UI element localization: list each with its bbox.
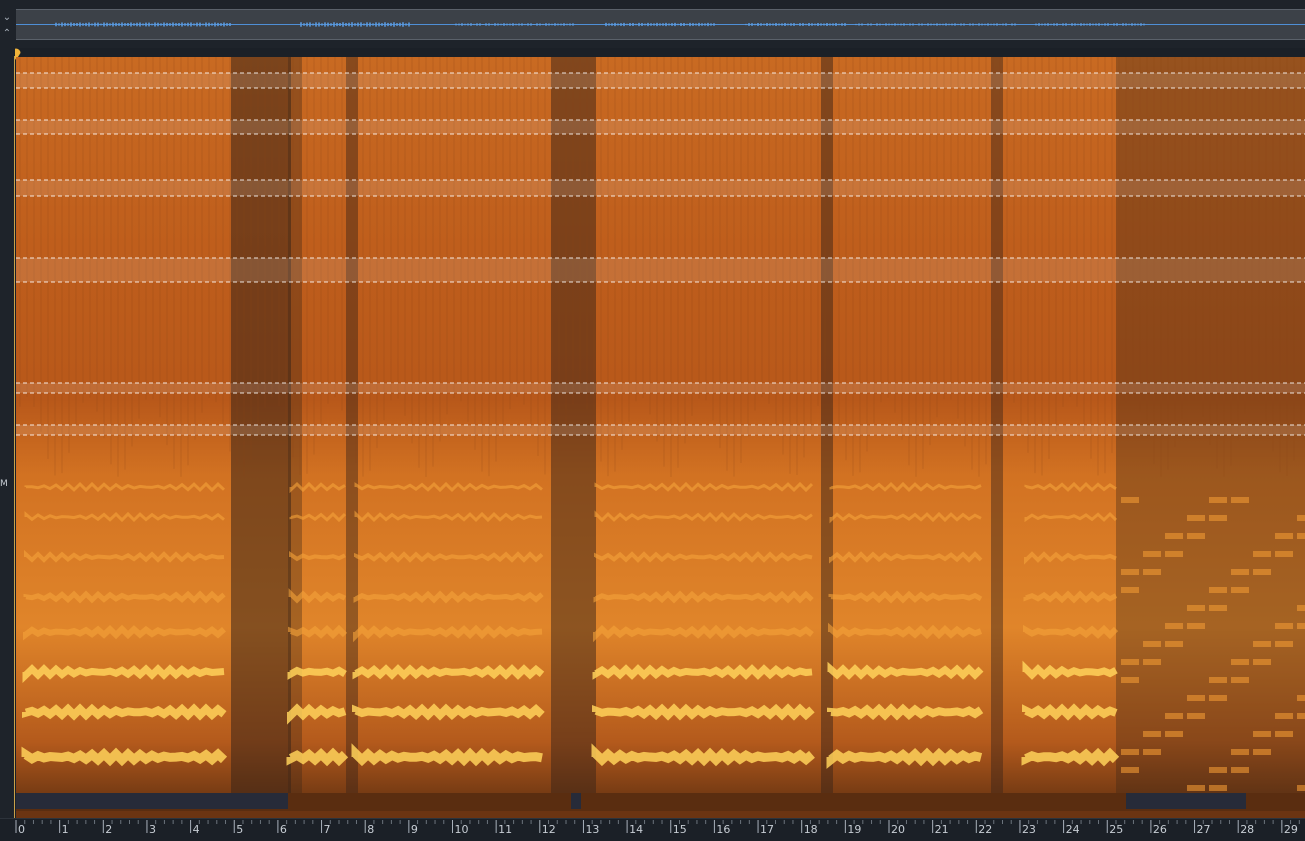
time-tick-label: 17 [760, 823, 775, 836]
chevron-up-icon[interactable]: ⌃ [0, 26, 14, 42]
time-tick-label: 25 [1109, 823, 1124, 836]
time-ruler[interactable]: 0 1 2 3 4 5 6 7 8 9 10 11 12 13 14 15 16 17 18 19 20 21 22 23 24… [0, 818, 1305, 840]
time-tick-label: 20 [891, 823, 905, 836]
time-tick-label: 4 [192, 823, 200, 836]
frequency-ruler: M [0, 48, 15, 818]
time-tick-label: 2 [105, 823, 113, 836]
time-tick-label: 29 [1283, 823, 1298, 836]
time-tick-label: 6 [279, 823, 287, 836]
time-tick-label: 5 [236, 823, 244, 836]
time-tick-label: 8 [367, 823, 375, 836]
chevron-down-icon[interactable]: ⌄ [0, 10, 14, 26]
time-tick-label: 16 [716, 823, 731, 836]
overview-collapse-controls: ⌄ ⌃ [0, 10, 14, 42]
time-tick-label: 9 [410, 823, 418, 836]
time-tick-label: 11 [498, 823, 513, 836]
time-tick-label: 10 [454, 823, 469, 836]
ruler-edge-line [14, 56, 15, 818]
time-tick-label: 3 [148, 823, 156, 836]
time-tick-label: 13 [585, 823, 600, 836]
spectrogram-view[interactable] [16, 57, 1305, 818]
time-tick-label: 27 [1196, 823, 1211, 836]
time-tick-label: 21 [934, 823, 949, 836]
time-tick-label: 19 [847, 823, 862, 836]
time-tick-label: 24 [1065, 823, 1080, 836]
time-tick-label: 15 [672, 823, 687, 836]
time-tick-label: 7 [323, 823, 331, 836]
time-tick-label: 28 [1240, 823, 1255, 836]
waveform-graphic [16, 22, 1305, 27]
frequency-label: M [0, 479, 8, 489]
overview-waveform[interactable] [16, 9, 1305, 40]
time-tick-label: 18 [803, 823, 818, 836]
time-tick-label: 23 [1021, 823, 1036, 836]
time-tick-label: 12 [541, 823, 556, 836]
overview-bar: ⌄ ⌃ [0, 0, 1305, 48]
time-tick-label: 1 [61, 823, 69, 836]
time-tick-label: 0 [18, 823, 25, 836]
time-tick-label: 22 [978, 823, 993, 836]
time-tick-label: 26 [1152, 823, 1167, 836]
spectrogram-graphic [16, 57, 1305, 818]
time-tick-label: 14 [629, 823, 644, 836]
